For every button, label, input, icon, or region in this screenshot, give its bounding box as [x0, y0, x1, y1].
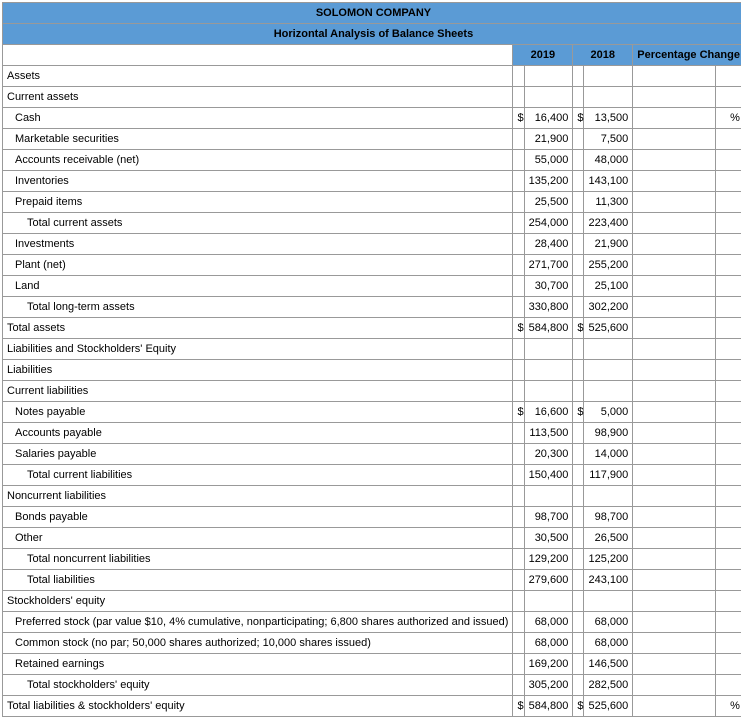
row-salaries-payable: Salaries payable20,30014,000: [3, 444, 741, 465]
row-marketable-securities: Marketable securities21,9007,500: [3, 129, 741, 150]
pct-input[interactable]: [633, 108, 716, 129]
pct-input[interactable]: [633, 612, 716, 633]
pct-input[interactable]: [633, 297, 716, 318]
row-se-header: Stockholders' equity: [3, 591, 741, 612]
pct-input[interactable]: [633, 234, 716, 255]
pct-input[interactable]: [633, 507, 716, 528]
pct-input[interactable]: [633, 402, 716, 423]
row-cash: Cash$16,400$13,500%: [3, 108, 741, 129]
company-title: SOLOMON COMPANY: [3, 3, 741, 24]
row-total-lt-assets: Total long-term assets330,800302,200: [3, 297, 741, 318]
row-plant-net: Plant (net)271,700255,200: [3, 255, 741, 276]
pct-input[interactable]: [633, 255, 716, 276]
pct-input[interactable]: [633, 696, 716, 717]
pct-input[interactable]: [633, 318, 716, 339]
row-inventories: Inventories135,200143,100: [3, 171, 741, 192]
row-total-liab: Total liabilities279,600243,100: [3, 570, 741, 591]
row-total-noncurrent-liab: Total noncurrent liabilities129,200125,2…: [3, 549, 741, 570]
row-prepaid: Prepaid items25,50011,300: [3, 192, 741, 213]
row-current-assets-header: Current assets: [3, 87, 741, 108]
row-investments: Investments28,40021,900: [3, 234, 741, 255]
pct-input[interactable]: [633, 444, 716, 465]
pct-input[interactable]: [633, 570, 716, 591]
row-preferred-stock: Preferred stock (par value $10, 4% cumul…: [3, 612, 741, 633]
row-land: Land30,70025,100: [3, 276, 741, 297]
row-liab-header: Liabilities: [3, 360, 741, 381]
pct-input[interactable]: [633, 213, 716, 234]
row-common-stock: Common stock (no par; 50,000 shares auth…: [3, 633, 741, 654]
row-accounts-payable: Accounts payable113,50098,900: [3, 423, 741, 444]
blank-cell: [3, 45, 513, 66]
row-total-se: Total stockholders' equity305,200282,500: [3, 675, 741, 696]
pct-input[interactable]: [633, 528, 716, 549]
pct-input[interactable]: [633, 423, 716, 444]
pct-input[interactable]: [633, 633, 716, 654]
row-assets-header: Assets: [3, 66, 741, 87]
pct-input[interactable]: [633, 675, 716, 696]
row-accounts-receivable: Accounts receivable (net)55,00048,000: [3, 150, 741, 171]
row-total-current-assets: Total current assets254,000223,400: [3, 213, 741, 234]
row-total-assets: Total assets$584,800$525,600: [3, 318, 741, 339]
row-noncurrent-liab-header: Noncurrent liabilities: [3, 486, 741, 507]
pct-input[interactable]: [633, 150, 716, 171]
balance-sheet-table: SOLOMON COMPANY Horizontal Analysis of B…: [2, 2, 741, 717]
row-total-liab-se: Total liabilities & stockholders' equity…: [3, 696, 741, 717]
report-title: Horizontal Analysis of Balance Sheets: [3, 24, 741, 45]
row-other: Other30,50026,500: [3, 528, 741, 549]
row-current-liab-header: Current liabilities: [3, 381, 741, 402]
row-notes-payable: Notes payable$16,600$5,000: [3, 402, 741, 423]
col-2019: 2019: [513, 45, 573, 66]
pct-input[interactable]: [633, 129, 716, 150]
pct-input[interactable]: [633, 465, 716, 486]
pct-input[interactable]: [633, 654, 716, 675]
row-liab-se-header: Liabilities and Stockholders' Equity: [3, 339, 741, 360]
row-retained-earnings: Retained earnings169,200146,500: [3, 654, 741, 675]
pct-input[interactable]: [633, 171, 716, 192]
pct-input[interactable]: [633, 276, 716, 297]
pct-input[interactable]: [633, 549, 716, 570]
col-2018: 2018: [573, 45, 633, 66]
row-total-current-liab: Total current liabilities150,400117,900: [3, 465, 741, 486]
col-pct: Percentage Change: [633, 45, 741, 66]
pct-input[interactable]: [633, 192, 716, 213]
row-bonds-payable: Bonds payable98,70098,700: [3, 507, 741, 528]
